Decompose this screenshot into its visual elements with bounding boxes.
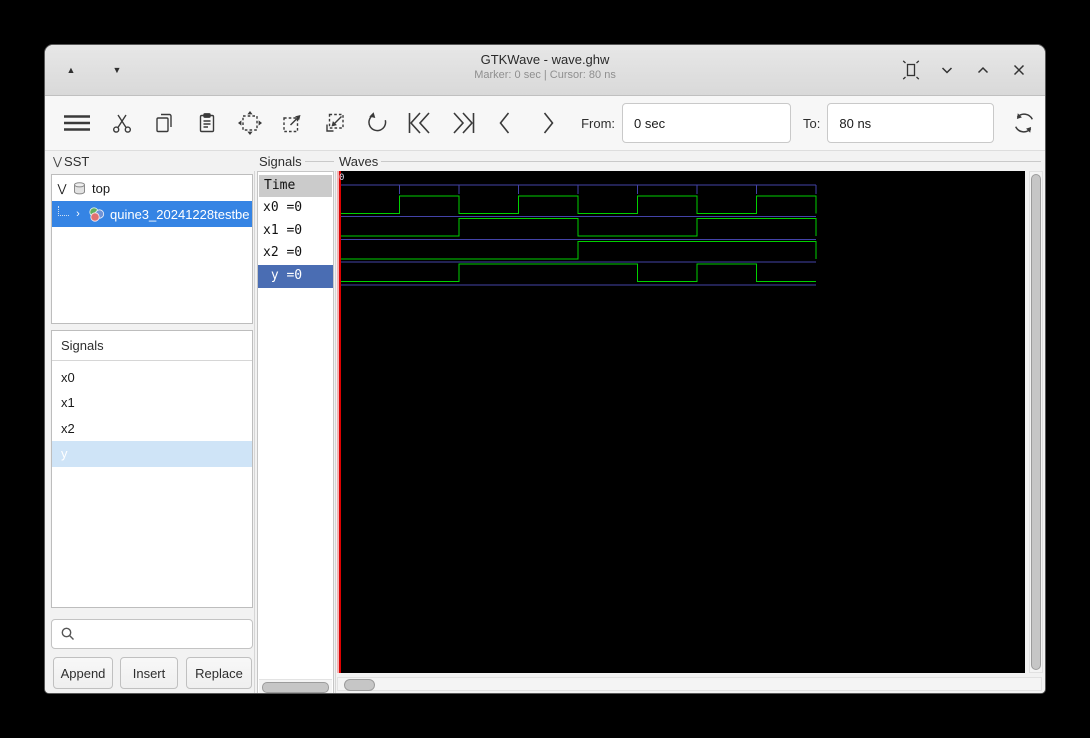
signal-values-list: x0 =0 x1 =0 x2 =0 y =0	[258, 197, 333, 288]
replace-button[interactable]: Replace	[186, 657, 252, 689]
toolbar: From: To:	[45, 96, 1045, 151]
signal-list-item-x1[interactable]: x1	[52, 390, 252, 415]
signal-list-item-y[interactable]: y	[52, 441, 252, 467]
signal-value-row-y[interactable]: y =0	[258, 265, 333, 288]
close-icon	[1013, 64, 1025, 76]
menu-icon	[63, 115, 90, 131]
search-icon	[61, 627, 74, 640]
gtkwave-window: ▲ ▼ GTKWave - wave.ghw Marker: 0 sec | C…	[44, 44, 1046, 694]
go-to-start-icon	[408, 112, 430, 134]
chevron-down-icon	[941, 67, 953, 74]
signal-values-column: Time x0 =0 x1 =0 x2 =0 y =0	[257, 171, 334, 693]
tree-guide-line	[58, 206, 69, 216]
zoom-in-button[interactable]	[271, 102, 314, 144]
insert-button[interactable]: Insert	[120, 657, 178, 689]
time-header[interactable]: Time	[259, 175, 332, 197]
step-right-button[interactable]	[526, 102, 569, 144]
paste-icon	[199, 113, 215, 133]
signals-list-header: Signals	[52, 331, 252, 361]
sst-tree-panel: ⋁ top › quine3_20241228testbe	[51, 174, 253, 324]
close-button[interactable]	[1007, 58, 1031, 82]
sst-signals-panel: Signals x0 x1 x2 y	[51, 330, 253, 608]
signal-value-row-x0[interactable]: x0 =0	[258, 197, 333, 220]
from-label: From:	[581, 115, 616, 131]
titlebar[interactable]: ▲ ▼ GTKWave - wave.ghw Marker: 0 sec | C…	[45, 45, 1045, 96]
window-title: GTKWave - wave.ghw	[480, 52, 610, 67]
signal-value-row-x2[interactable]: x2 =0	[258, 242, 333, 265]
reload-button[interactable]	[1002, 102, 1045, 144]
maximize-button[interactable]	[971, 58, 995, 82]
zoom-out-button[interactable]	[314, 102, 357, 144]
zoom-in-icon	[283, 115, 301, 133]
step-left-button[interactable]	[484, 102, 527, 144]
signal-list-item-x0[interactable]: x0	[52, 365, 252, 390]
go-to-end-button[interactable]	[441, 102, 484, 144]
expander-closed-icon[interactable]: ›	[71, 208, 85, 220]
to-label: To:	[803, 115, 821, 131]
fullscreen-icon	[902, 60, 920, 80]
menu-button[interactable]	[53, 102, 101, 144]
zoom-out-icon	[326, 113, 344, 132]
zoom-fit-button[interactable]	[228, 102, 271, 144]
to-input[interactable]	[827, 103, 995, 143]
go-to-start-button[interactable]	[399, 102, 442, 144]
signal-list-item-x2[interactable]: x2	[52, 416, 252, 441]
marker-cursor-status: Marker: 0 sec | Cursor: 80 ns	[474, 69, 616, 81]
copy-button[interactable]	[143, 102, 186, 144]
undo-button[interactable]	[356, 102, 399, 144]
chevron-left-icon	[499, 112, 510, 134]
timeline-origin-label: 0	[339, 173, 344, 183]
wave-canvas[interactable]: 0	[337, 171, 1025, 673]
tree-item-top[interactable]: ⋁ top	[52, 175, 252, 201]
waves-v-scrollbar[interactable]	[1029, 171, 1043, 673]
expander-open-icon[interactable]: ⋁	[55, 182, 69, 195]
minimize-button[interactable]	[935, 58, 959, 82]
signal-search-box[interactable]	[51, 619, 253, 649]
undo-icon	[368, 112, 387, 132]
sst-frame-label[interactable]: ⋁ SST	[53, 153, 113, 170]
copy-icon	[156, 113, 173, 133]
values-h-scrollbar[interactable]	[259, 679, 332, 693]
waves-panel: 0	[337, 171, 1043, 693]
from-input[interactable]	[622, 103, 792, 143]
scrollbar-thumb[interactable]	[262, 682, 329, 693]
signals-frame-label: Signals	[259, 153, 334, 170]
scrollbar-thumb[interactable]	[344, 679, 375, 691]
waves-h-scrollbar[interactable]	[337, 677, 1042, 691]
zoom-fit-icon	[237, 111, 262, 135]
main-content: ⋁ SST Signals Waves ⋁ top › quine3_20241…	[45, 151, 1045, 693]
waves-frame-label: Waves	[339, 153, 1041, 170]
signal-value-row-x1[interactable]: x1 =0	[258, 220, 333, 243]
fullscreen-button[interactable]	[899, 58, 923, 82]
cut-icon	[112, 114, 131, 133]
hierarchy-cylinder-icon	[72, 181, 87, 196]
paste-button[interactable]	[186, 102, 229, 144]
tree-item-module[interactable]: › quine3_20241228testbe	[52, 201, 252, 227]
chevron-up-icon	[977, 66, 989, 74]
reload-icon	[1014, 113, 1033, 133]
module-icon	[88, 206, 105, 222]
go-to-end-icon	[452, 112, 474, 134]
append-button[interactable]: Append	[53, 657, 113, 689]
scrollbar-thumb[interactable]	[1031, 174, 1041, 670]
sst-signal-list: x0 x1 x2 y	[52, 361, 252, 467]
cut-button[interactable]	[101, 102, 144, 144]
chevron-down-icon: ⋁	[53, 156, 63, 168]
chevron-right-icon	[543, 112, 554, 134]
